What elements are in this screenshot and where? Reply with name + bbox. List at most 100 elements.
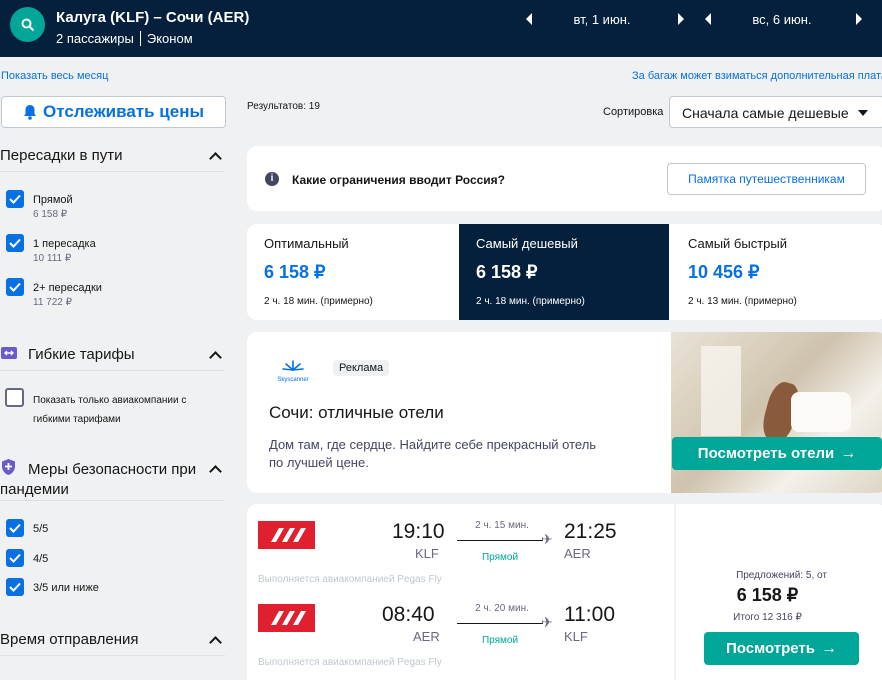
show-month-link[interactable]: Показать весь месяц <box>1 70 108 82</box>
departure-time: 08:40 <box>382 603 435 626</box>
flex-fares-title[interactable]: Гибкие тарифы <box>28 346 208 363</box>
stops-two-plus-price: 11 722 ₽ <box>33 297 72 308</box>
safety-measures-title[interactable]: Меры безопасности при пандемии <box>0 460 205 500</box>
divider <box>0 500 225 501</box>
divider <box>0 171 225 172</box>
stops-two-plus-label: 2+ пересадки <box>33 282 102 294</box>
stops-info: Прямой <box>481 552 519 563</box>
departure-time: 19:10 <box>392 520 445 543</box>
operator-note: Выполняется авиакомпанией Pegas Fly <box>258 657 442 668</box>
arrival-airport: KLF <box>564 629 588 644</box>
departure-airport: KLF <box>415 546 439 561</box>
flight-duration: 2 ч. 20 мин. <box>475 603 529 614</box>
passengers-summary[interactable]: 2 пассажиры Эконом <box>56 31 193 46</box>
passengers-count: 2 пассажиры <box>56 31 134 46</box>
sort-value: Сначала самые дешевые <box>682 105 849 121</box>
stops-one-label: 1 пересадка <box>33 238 96 250</box>
flex-fares-option-label: Показать только авиакомпании с гибкими т… <box>33 391 186 429</box>
prev-return-date-icon[interactable] <box>705 13 711 25</box>
flight-line <box>457 540 543 541</box>
arrival-time: 21:25 <box>564 520 617 543</box>
next-depart-date-icon[interactable] <box>678 13 684 25</box>
stops-one-price: 10 111 ₽ <box>33 253 72 264</box>
search-icon[interactable] <box>10 7 45 42</box>
flex-option-line-2: гибкими тарифами <box>33 414 121 425</box>
safety-4-checkbox[interactable] <box>6 549 24 567</box>
arrival-airport: AER <box>564 546 591 561</box>
divider <box>139 31 141 46</box>
stops-one-checkbox[interactable] <box>6 234 24 252</box>
view-flight-label: Посмотреть <box>726 640 815 657</box>
tab-optimal[interactable]: Оптимальный 6 158 ₽ 2 ч. 18 мин. (пример… <box>247 224 459 320</box>
view-hotels-label: Посмотреть отели <box>697 445 835 462</box>
prev-depart-date-icon[interactable] <box>526 13 532 25</box>
chevron-up-icon[interactable] <box>209 465 222 478</box>
stops-two-plus-checkbox[interactable] <box>6 278 24 296</box>
departure-airport: AER <box>413 629 440 644</box>
next-return-date-icon[interactable] <box>856 13 862 25</box>
stops-direct-checkbox[interactable] <box>6 190 24 208</box>
total-price: Итого 12 316 ₽ <box>733 612 802 623</box>
restrictions-text[interactable]: Какие ограничения вводит Россия? <box>292 173 505 187</box>
tab-price: 6 158 ₽ <box>476 262 538 282</box>
plane-icon: ✈ <box>541 531 553 547</box>
chevron-up-icon[interactable] <box>209 351 222 364</box>
stops-direct-label: Прямой <box>33 194 73 206</box>
price-panel: Предложений: 5, от 6 158 ₽ Итого 12 316 … <box>676 504 882 680</box>
offers-count: Предложений: 5, от <box>736 570 827 581</box>
search-header: Калуга (KLF) – Сочи (AER) 2 пассажиры Эк… <box>0 0 882 57</box>
divider <box>0 370 225 371</box>
tab-price: 6 158 ₽ <box>264 262 326 282</box>
flight-itinerary[interactable]: 19:10 KLF 2 ч. 15 мин. ✈ Прямой 21:25 AE… <box>247 504 674 680</box>
plane-icon: ✈ <box>541 614 553 630</box>
operator-note: Выполняется авиакомпанией Pegas Fly <box>258 574 442 585</box>
ad-body: Дом там, где сердце. Найдите себе прекра… <box>269 436 596 472</box>
track-prices-label: Отслеживать цены <box>43 102 204 121</box>
departure-time-title[interactable]: Время отправления <box>0 631 225 648</box>
depart-date[interactable]: вт, 1 июн. <box>547 12 657 27</box>
safety-3-checkbox[interactable] <box>6 578 24 596</box>
baggage-note-link[interactable]: За багаж может взиматься дополнительная … <box>632 70 882 82</box>
caret-down-icon <box>858 110 868 116</box>
sort-tabs: Оптимальный 6 158 ₽ 2 ч. 18 мин. (пример… <box>247 224 882 320</box>
ad-body-line-1: Дом там, где сердце. Найдите себе прекра… <box>269 437 597 452</box>
flex-fares-checkbox[interactable] <box>5 388 24 407</box>
view-hotels-button[interactable]: Посмотреть отели → <box>672 437 882 470</box>
cabin-class: Эконом <box>146 31 193 46</box>
arrow-right-icon: → <box>840 444 857 462</box>
hotel-ad-card: Skyscanner Реклама Сочи: отличные отели … <box>247 332 882 493</box>
safety-4-label: 4/5 <box>33 553 49 565</box>
flight-duration: 2 ч. 15 мин. <box>475 520 529 531</box>
tab-price: 10 456 ₽ <box>688 262 760 282</box>
tab-title: Самый дешевый <box>476 236 578 251</box>
window-shape <box>701 346 741 436</box>
info-icon: i <box>265 172 279 186</box>
flex-option-line-1: Показать только авиакомпании с <box>33 395 187 406</box>
tab-duration: 2 ч. 18 мин. (примерно) <box>476 296 585 307</box>
sort-select[interactable]: Сначала самые дешевые <box>669 96 882 128</box>
tab-cheapest[interactable]: Самый дешевый 6 158 ₽ 2 ч. 18 мин. (прим… <box>459 224 669 320</box>
tab-fastest[interactable]: Самый быстрый 10 456 ₽ 2 ч. 13 мин. (при… <box>671 224 882 320</box>
ad-body-line-2: по лучшей цене. <box>269 455 369 470</box>
airline-logo <box>258 604 315 632</box>
results-count: Результатов: 19 <box>247 101 320 112</box>
travel-guide-button[interactable]: Памятка путешественникам <box>667 163 866 195</box>
return-date[interactable]: вс, 6 июн. <box>727 12 837 27</box>
brand-name: Skyscanner <box>277 377 309 383</box>
skyscanner-logo: Skyscanner <box>273 359 313 383</box>
safety-3-label: 3/5 или ниже <box>33 582 99 594</box>
ticket-flex-icon <box>0 345 18 366</box>
route-title[interactable]: Калуга (KLF) – Сочи (AER) <box>56 9 249 26</box>
view-flight-button[interactable]: Посмотреть → <box>704 632 859 665</box>
safety-title-line-2: пандемии <box>0 481 69 498</box>
ad-badge: Реклама <box>333 360 390 376</box>
track-prices-button[interactable]: Отслеживать цены <box>1 96 226 128</box>
tab-title: Самый быстрый <box>688 236 787 251</box>
safety-5-label: 5/5 <box>33 523 49 535</box>
travel-restrictions-notice: i Какие ограничения вводит Россия? Памят… <box>247 146 882 211</box>
stops-info: Прямой <box>481 635 519 646</box>
divider <box>0 655 225 656</box>
pillow-shape <box>791 392 851 432</box>
stops-filter-title[interactable]: Пересадки в пути <box>0 147 225 164</box>
safety-5-checkbox[interactable] <box>6 519 24 537</box>
